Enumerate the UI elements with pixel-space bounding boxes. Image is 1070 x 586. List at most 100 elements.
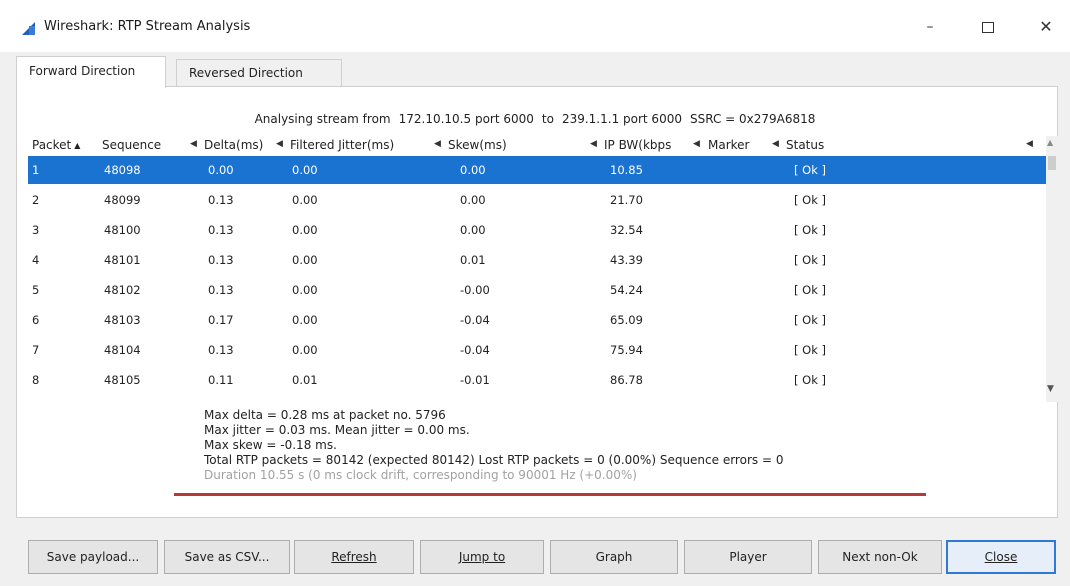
table-row[interactable]: 3 48100 0.13 0.00 0.00 32.54 [ Ok ] (28, 216, 1046, 244)
cell-skew: -0.01 (460, 373, 490, 387)
column-resize-icon[interactable]: ◀ (693, 139, 700, 149)
stream-source: 172.10.10.5 port 6000 (398, 112, 534, 126)
cell-skew: 0.01 (460, 253, 486, 267)
cell-bw: 65.09 (610, 313, 643, 327)
title-bar[interactable]: Wireshark: RTP Stream Analysis – ✕ (0, 0, 1070, 52)
cell-packet: 4 (32, 253, 40, 267)
scroll-down-icon[interactable]: ▼ (1047, 384, 1054, 394)
stream-destination: 239.1.1.1 port 6000 (561, 112, 682, 126)
cell-status: [ Ok ] (794, 223, 826, 237)
cell-bw: 21.70 (610, 193, 643, 207)
scroll-up-icon[interactable]: ▲ (1047, 138, 1053, 147)
window-title: Wireshark: RTP Stream Analysis (44, 19, 251, 34)
cell-skew: -0.00 (460, 283, 490, 297)
cell-jitter: 0.00 (292, 193, 318, 207)
cell-jitter: 0.00 (292, 163, 318, 177)
maximize-button[interactable] (968, 12, 1008, 42)
column-resize-icon[interactable]: ◀ (434, 139, 441, 149)
column-resize-icon[interactable]: ◀ (276, 139, 283, 149)
close-button[interactable]: Close (946, 540, 1056, 574)
save-payload-button[interactable]: Save payload... (28, 540, 158, 574)
cell-status: [ Ok ] (794, 253, 826, 267)
dialog-button-bar: Save payload... Save as CSV... Refresh J… (0, 540, 1070, 576)
tab-forward-direction[interactable]: Forward Direction (16, 56, 166, 88)
cell-bw: 10.85 (610, 163, 643, 177)
cell-skew: -0.04 (460, 343, 490, 357)
table-vertical-scrollbar[interactable]: ▲ ▼ (1046, 136, 1058, 402)
jump-to-button[interactable]: Jump to (420, 540, 544, 574)
table-row[interactable]: 1 48098 0.00 0.00 0.00 10.85 [ Ok ] (28, 156, 1046, 184)
stream-to: to (541, 112, 554, 126)
cell-packet: 7 (32, 343, 40, 357)
cell-status: [ Ok ] (794, 163, 826, 177)
cell-bw: 86.78 (610, 373, 643, 387)
cell-delta: 0.17 (208, 313, 234, 327)
cell-status: [ Ok ] (794, 343, 826, 357)
column-header-delta[interactable]: Delta(ms) (204, 138, 263, 152)
cell-delta: 0.13 (208, 283, 234, 297)
stat-max-delta: Max delta = 0.28 ms at packet no. 5796 (204, 408, 446, 422)
column-header-status[interactable]: Status (786, 138, 824, 152)
cell-skew: 0.00 (460, 163, 486, 177)
cell-jitter: 0.00 (292, 223, 318, 237)
minimize-button[interactable]: – (910, 12, 950, 42)
column-label: Packet (32, 138, 72, 152)
wireshark-fin-icon (22, 22, 35, 35)
packet-table[interactable]: Packet ▲ Sequence ◀ Delta(ms) ◀ Filtered … (28, 134, 1048, 394)
cell-packet: 6 (32, 313, 40, 327)
column-resize-icon[interactable]: ◀ (1026, 139, 1033, 149)
stat-max-skew: Max skew = -0.18 ms. (204, 438, 337, 452)
column-resize-icon[interactable]: ◀ (772, 139, 779, 149)
cell-packet: 2 (32, 193, 40, 207)
table-row[interactable]: 8 48105 0.11 0.01 -0.01 86.78 [ Ok ] (28, 366, 1046, 394)
cell-packet: 5 (32, 283, 40, 297)
cell-delta: 0.13 (208, 253, 234, 267)
column-header-filtered-jitter[interactable]: Filtered Jitter(ms) (290, 138, 394, 152)
close-window-button[interactable]: ✕ (1026, 12, 1066, 42)
cell-skew: 0.00 (460, 193, 486, 207)
save-as-csv-button[interactable]: Save as CSV... (164, 540, 290, 574)
table-row[interactable]: 4 48101 0.13 0.00 0.01 43.39 [ Ok ] (28, 246, 1046, 274)
cell-sequence: 48101 (104, 253, 141, 267)
graph-button[interactable]: Graph (550, 540, 678, 574)
stream-info: Analysing stream from 172.10.10.5 port 60… (0, 112, 1070, 126)
cell-status: [ Ok ] (794, 283, 826, 297)
cell-delta: 0.11 (208, 373, 234, 387)
table-row[interactable]: 2 48099 0.13 0.00 0.00 21.70 [ Ok ] (28, 186, 1046, 214)
cell-packet: 8 (32, 373, 40, 387)
cell-skew: 0.00 (460, 223, 486, 237)
column-resize-icon[interactable]: ◀ (190, 139, 197, 149)
cell-sequence: 48105 (104, 373, 141, 387)
cell-jitter: 0.00 (292, 253, 318, 267)
annotation-underline (174, 493, 926, 496)
player-button[interactable]: Player (684, 540, 812, 574)
column-header-ip-bw[interactable]: IP BW(kbps (604, 138, 671, 152)
table-row[interactable]: 5 48102 0.13 0.00 -0.00 54.24 [ Ok ] (28, 276, 1046, 304)
cell-bw: 54.24 (610, 283, 643, 297)
next-non-ok-button[interactable]: Next non-Ok (818, 540, 942, 574)
cell-jitter: 0.00 (292, 283, 318, 297)
cell-bw: 32.54 (610, 223, 643, 237)
stream-prefix: Analysing stream from (254, 112, 391, 126)
cell-delta: 0.00 (208, 163, 234, 177)
cell-jitter: 0.00 (292, 313, 318, 327)
maximize-icon (982, 21, 994, 33)
table-row[interactable]: 7 48104 0.13 0.00 -0.04 75.94 [ Ok ] (28, 336, 1046, 364)
cell-jitter: 0.00 (292, 343, 318, 357)
cell-delta: 0.13 (208, 193, 234, 207)
stream-statistics: Max delta = 0.28 ms at packet no. 5796 M… (204, 408, 783, 483)
scroll-thumb[interactable] (1048, 156, 1056, 170)
cell-bw: 43.39 (610, 253, 643, 267)
column-header-skew[interactable]: Skew(ms) (448, 138, 507, 152)
table-row[interactable]: 6 48103 0.17 0.00 -0.04 65.09 [ Ok ] (28, 306, 1046, 334)
cell-bw: 75.94 (610, 343, 643, 357)
column-header-sequence[interactable]: Sequence (102, 138, 161, 152)
cell-packet: 1 (32, 163, 40, 177)
rtp-stream-analysis-window: Wireshark: RTP Stream Analysis – ✕ Forwa… (0, 0, 1070, 586)
cell-status: [ Ok ] (794, 373, 826, 387)
refresh-button[interactable]: Refresh (294, 540, 414, 574)
column-header-packet[interactable]: Packet ▲ (32, 138, 80, 152)
column-header-marker[interactable]: Marker (708, 138, 749, 152)
tab-reversed-direction[interactable]: Reversed Direction (176, 59, 342, 86)
column-resize-icon[interactable]: ◀ (590, 139, 597, 149)
